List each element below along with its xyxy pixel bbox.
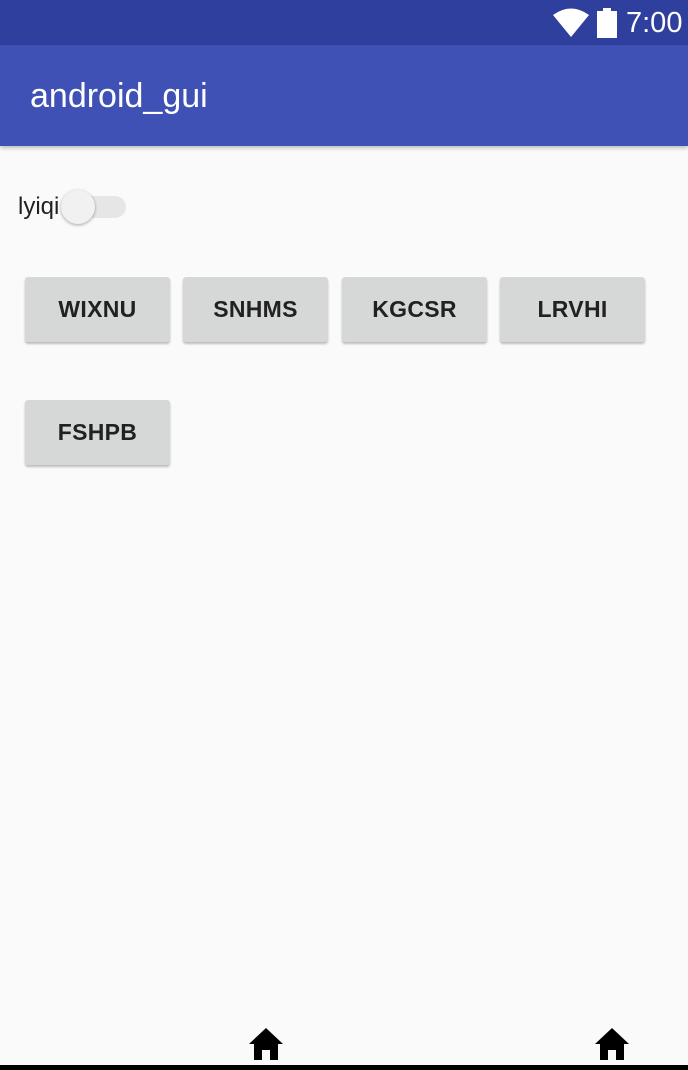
switch-label: lyiqi xyxy=(18,193,60,220)
home-icon[interactable] xyxy=(594,1027,630,1061)
navigation-bar xyxy=(0,1025,688,1070)
button-lrvhi[interactable]: LRVHI xyxy=(500,277,645,342)
status-bar: 7:00 xyxy=(0,0,688,45)
app-bar: android_gui xyxy=(0,45,688,146)
button-fshpb[interactable]: FSHPB xyxy=(25,400,170,465)
button-snhms[interactable]: SNHMS xyxy=(183,277,328,342)
app-title: android_gui xyxy=(30,77,208,115)
status-clock: 7:00 xyxy=(626,7,683,39)
switch-thumb[interactable] xyxy=(61,190,95,224)
home-icon[interactable] xyxy=(248,1027,284,1061)
wifi-icon xyxy=(553,8,589,37)
battery-icon xyxy=(597,8,617,38)
button-kgcsr[interactable]: KGCSR xyxy=(342,277,487,342)
nav-bottom-divider xyxy=(0,1065,688,1070)
button-wixnu[interactable]: WIXNU xyxy=(25,277,170,342)
